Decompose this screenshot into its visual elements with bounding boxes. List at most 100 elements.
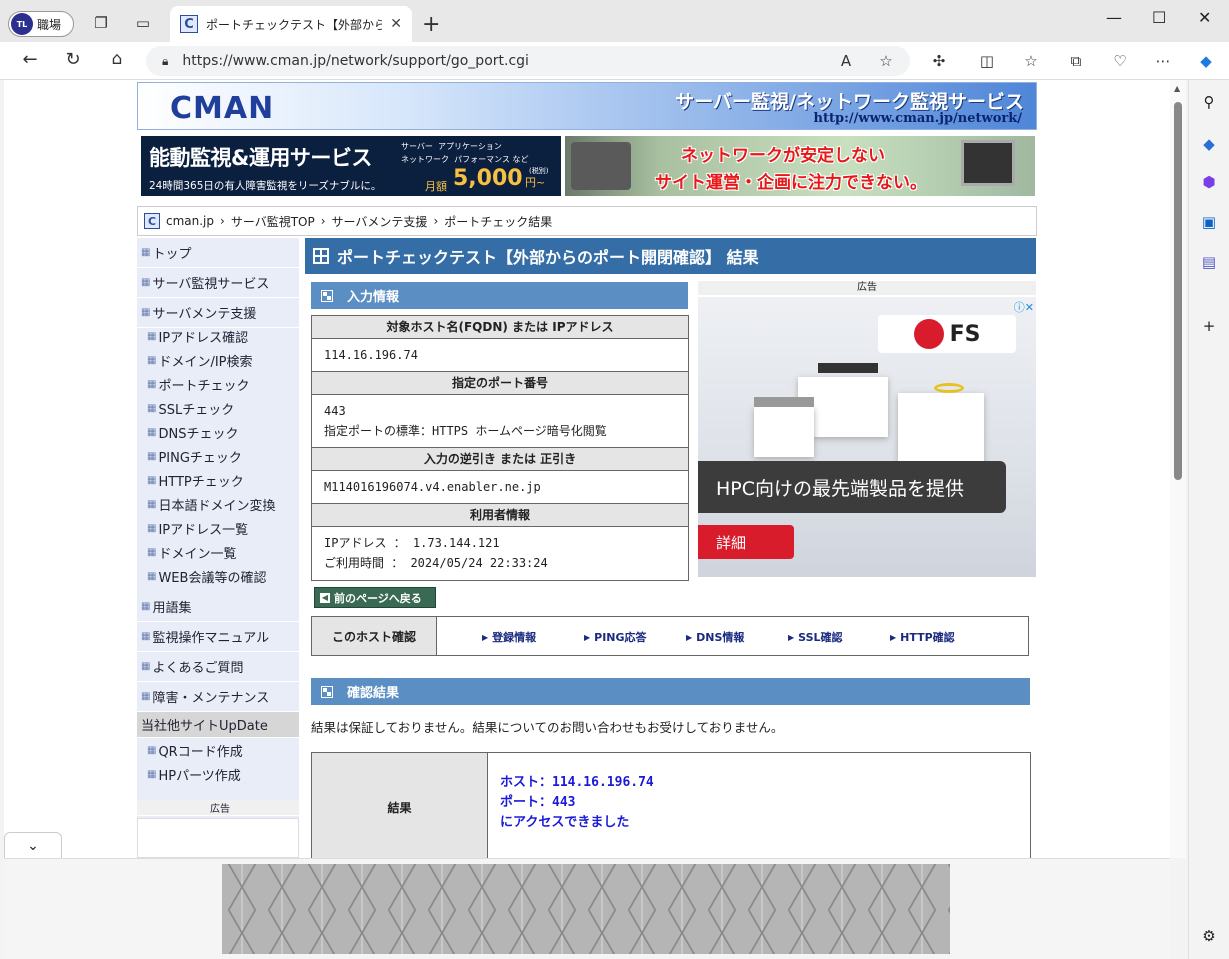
nav-item[interactable]: ▦ よくあるご質問 (137, 652, 299, 682)
link-dns[interactable]: ▶ DNS情報 (686, 629, 744, 645)
update-item[interactable]: ▦ QRコード作成 (137, 738, 299, 762)
web-page: CMAN サーバー監視/ネットワーク監視サービス http://www.cman… (4, 80, 1170, 858)
collections-icon[interactable]: ⧉ (1066, 52, 1086, 70)
nav-item[interactable]: ▦ サーバ監視サービス (137, 268, 299, 298)
workspaces-icon[interactable]: ❐ (92, 14, 110, 32)
settings-gear-icon[interactable]: ⚙ (1199, 926, 1219, 946)
lock-icon[interactable]: 🔒︎ (162, 54, 168, 69)
more-icon[interactable]: ⋯ (1153, 52, 1173, 70)
site-logo[interactable]: CMAN (170, 91, 274, 126)
input-info-table: 対象ホスト名(FQDN) または IPアドレス 114.16.196.74 指定… (311, 315, 689, 581)
reverse-lookup-value: M114016196074.v4.enabler.ne.jp (324, 480, 541, 494)
address-bar[interactable]: 🔒︎ https://www.cman.jp/network/support/g… (146, 46, 910, 76)
add-sidebar-icon[interactable]: + (1199, 316, 1219, 336)
nav-bullet-icon: ▦ (141, 307, 151, 318)
nav-item[interactable]: ▦ ドメイン一覧 (137, 540, 299, 564)
nav-bullet-icon: ▦ (147, 498, 157, 510)
network-banner[interactable]: ネットワークが安定しない サイト運営・企画に注力できない。 (565, 136, 1035, 196)
nav-item[interactable]: ▦ トップ (137, 238, 299, 268)
nav-item[interactable]: ▦ 障害・メンテナンス (137, 682, 299, 712)
disclaimer-text: 結果は保証しておりません。結果についてのお問い合わせもお受けしておりません。 (311, 720, 784, 735)
copilot-icon[interactable]: ◆ (1196, 52, 1216, 70)
nav-item[interactable]: ▦ PINGチェック (137, 444, 299, 468)
extensions-icon[interactable]: ✣ (929, 52, 949, 70)
scroll-up-icon[interactable]: ▲ (1174, 84, 1180, 93)
triangle-icon: ▶ (686, 632, 693, 642)
favorite-star-icon[interactable]: ☆ (876, 52, 896, 70)
header-title: サーバー監視/ネットワーク監視サービス (675, 91, 1024, 113)
price-prefix: 月額 (425, 180, 447, 193)
breadcrumb-separator-icon: › (433, 214, 439, 228)
ad-detail-button[interactable]: 詳細 (698, 525, 794, 559)
nav-item[interactable]: ▦ 監視操作マニュアル (137, 622, 299, 652)
monitoring-banner[interactable]: 能動監視&運用サービス サーバー アプリケーション ネットワーク パフォーマンス… (141, 136, 561, 196)
search-icon[interactable]: ⚲ (1199, 92, 1219, 112)
tab-actions-icon[interactable]: ▭ (134, 14, 152, 32)
collapse-panel-button[interactable]: ⌄ (4, 832, 62, 858)
nav-item[interactable]: ▦ WEB会議等の確認 (137, 564, 299, 588)
nav-item[interactable]: ▦ DNSチェック (137, 420, 299, 444)
info-value: M114016196074.v4.enabler.ne.jp (312, 471, 688, 504)
shopping-tag-icon[interactable]: ◆ (1199, 134, 1219, 154)
home-icon[interactable]: ⌂ (107, 49, 127, 69)
read-aloud-icon[interactable]: A (836, 52, 856, 70)
nav-item[interactable]: ▦ IPアドレス一覧 (137, 516, 299, 540)
link-http[interactable]: ▶ HTTP確認 (890, 629, 955, 645)
active-tab[interactable]: C ポートチェックテスト【外部からのポート開閉確認】 ✕ (170, 6, 412, 42)
price-suffix: 円~ (525, 176, 546, 189)
nav-item-label: よくあるご質問 (152, 661, 244, 676)
page-scrollbar[interactable]: ▲ (1170, 80, 1186, 858)
monitor-image (961, 140, 1015, 186)
nav-item[interactable]: ▦ HTTPチェック (137, 468, 299, 492)
new-tab-icon[interactable]: + (422, 12, 440, 37)
profile-button[interactable]: TL 職場 (8, 11, 74, 37)
link-label: 登録情報 (492, 631, 537, 644)
back-page-button[interactable]: ◀ 前のページへ戻る (314, 587, 436, 608)
close-icon[interactable]: ✕ (390, 16, 402, 32)
split-screen-icon[interactable]: ◫ (977, 52, 997, 70)
maximize-icon[interactable]: ☐ (1152, 8, 1166, 27)
ad-image[interactable]: ⓘ✕ FS HPC向けの最先端製品を提供 詳細 (698, 297, 1036, 577)
outlook-icon[interactable]: ▣ (1199, 212, 1219, 232)
favorites-icon[interactable]: ☆ (1021, 52, 1041, 70)
result-label: 結果 (312, 753, 488, 858)
link-ssl[interactable]: ▶ SSL確認 (788, 629, 843, 645)
update-item-label: HPパーツ作成 (158, 768, 241, 784)
cman-favicon: C (144, 213, 160, 229)
nav-item[interactable]: ▦ SSLチェック (137, 396, 299, 420)
refresh-icon[interactable]: ↻ (63, 49, 83, 70)
banner-checklist: サーバー アプリケーション ネットワーク パフォーマンス など (401, 140, 561, 166)
check-item: パフォーマンス など (454, 155, 529, 164)
breadcrumb-item[interactable]: サーバメンテ支援 (332, 213, 428, 230)
breadcrumb-item[interactable]: サーバ監視TOP (231, 213, 315, 230)
breadcrumb-item[interactable]: cman.jp (166, 214, 214, 228)
ad-choices-icon[interactable]: ⓘ✕ (1014, 299, 1034, 315)
nav-bullet-icon: ▦ (147, 570, 157, 582)
nav-item-label: IPアドレス確認 (158, 330, 249, 346)
teams-icon[interactable]: ▤ (1199, 252, 1219, 272)
update-item[interactable]: ▦ HPパーツ作成 (137, 762, 299, 786)
bottom-ad-image[interactable] (222, 864, 950, 954)
link-registration[interactable]: ▶ 登録情報 (482, 629, 536, 645)
profile-label: 職場 (37, 17, 62, 32)
nav-item[interactable]: ▦ 日本語ドメイン変換 (137, 492, 299, 516)
nav-bullet-icon: ▦ (141, 277, 151, 288)
nav-item-label: ドメイン一覧 (158, 546, 237, 562)
left-ad-image[interactable] (137, 818, 299, 858)
result-host: ホスト：114.16.196.74 (500, 775, 654, 790)
link-ping[interactable]: ▶ PING応答 (584, 629, 647, 645)
nav-item[interactable]: ▦ ポートチェック (137, 372, 299, 396)
office-icon[interactable]: ⬢ (1199, 172, 1219, 192)
nav-bullet-icon: ▦ (141, 691, 151, 702)
nav-bullet-icon: ▦ (141, 661, 151, 672)
window-close-icon[interactable]: ✕ (1198, 8, 1211, 27)
health-icon[interactable]: ♡ (1110, 52, 1130, 70)
nav-item[interactable]: ▦ IPアドレス確認 (137, 324, 299, 348)
update-item-label: QRコード作成 (158, 744, 243, 760)
scrollbar-thumb[interactable] (1174, 102, 1182, 480)
minimize-icon[interactable]: — (1106, 8, 1122, 27)
result-section-title: 確認結果 (347, 686, 400, 701)
nav-item[interactable]: ▦ 用語集 (137, 592, 299, 622)
back-icon[interactable]: ← (20, 49, 40, 70)
nav-item[interactable]: ▦ ドメイン/IP検索 (137, 348, 299, 372)
